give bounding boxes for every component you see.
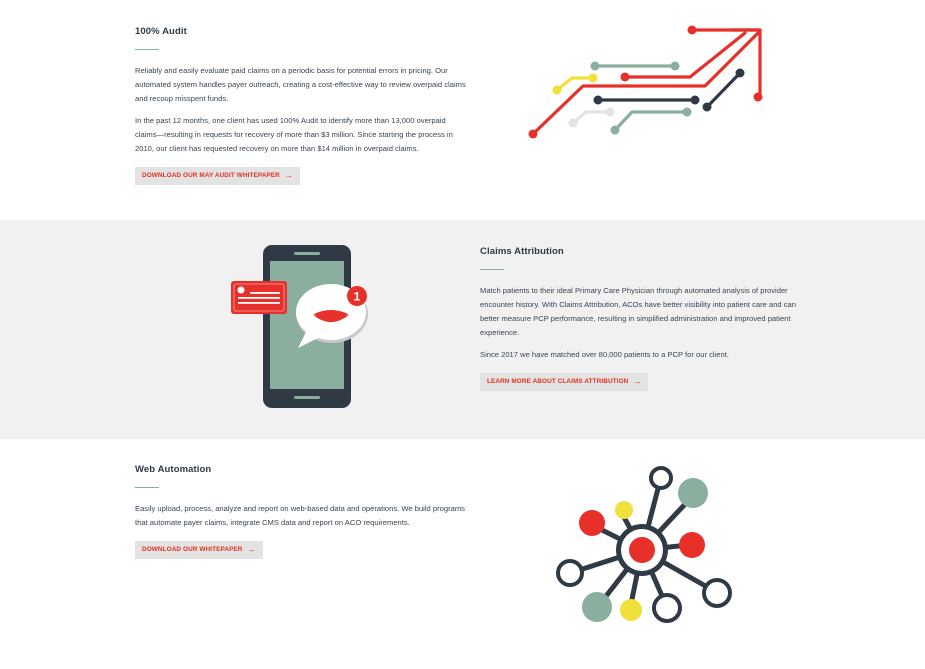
arrow-right-icon: → <box>633 376 642 386</box>
title-underline <box>480 269 504 270</box>
arrow-right-icon: → <box>247 544 256 554</box>
claims-text-block: Claims Attribution Match patients to the… <box>480 246 815 391</box>
phone-notification-icon: 1 <box>231 245 368 408</box>
title-underline <box>135 49 159 50</box>
title-underline <box>135 487 159 488</box>
button-label: LEARN MORE ABOUT CLAIMS ATTRIBUTION <box>487 378 629 385</box>
notification-count: 1 <box>354 290 361 304</box>
button-label: DOWNLOAD OUR MAY AUDIT WHITEPAPER <box>142 172 280 179</box>
section-title: Claims Attribution <box>480 246 564 257</box>
section-title: Web Automation <box>135 464 212 475</box>
network-hub-icon <box>556 466 732 623</box>
section-paragraph: Match patients to their ideal Primary Ca… <box>480 286 796 337</box>
download-whitepaper-button[interactable]: DOWNLOAD OUR WHITEPAPER → <box>135 540 263 559</box>
web-automation-section: Web Automation Easily upload, process, a… <box>0 439 925 669</box>
learn-more-claims-attribution-button[interactable]: LEARN MORE ABOUT CLAIMS ATTRIBUTION → <box>480 372 649 391</box>
claims-attribution-section: 1 Claims Attribution Match patients to t… <box>0 220 925 439</box>
section-paragraph: Since 2017 we have matched over 80,000 p… <box>480 350 729 359</box>
button-label: DOWNLOAD OUR WHITEPAPER <box>142 546 243 553</box>
download-audit-whitepaper-button[interactable]: DOWNLOAD OUR MAY AUDIT WHITEPAPER → <box>135 166 300 185</box>
web-automation-text-block: Web Automation Easily upload, process, a… <box>135 464 467 559</box>
audit-text-block: 100% Audit Reliably and easily evaluate … <box>135 26 467 185</box>
section-paragraph: Easily upload, process, analyze and repo… <box>135 504 465 527</box>
section-title: 100% Audit <box>135 26 187 37</box>
section-paragraph: Reliably and easily evaluate paid claims… <box>135 66 466 103</box>
circuit-arrow-icon <box>528 25 763 139</box>
arrow-right-icon: → <box>284 170 293 180</box>
audit-section: 100% Audit Reliably and easily evaluate … <box>0 0 925 220</box>
section-paragraph: In the past 12 months, one client has us… <box>135 116 453 153</box>
